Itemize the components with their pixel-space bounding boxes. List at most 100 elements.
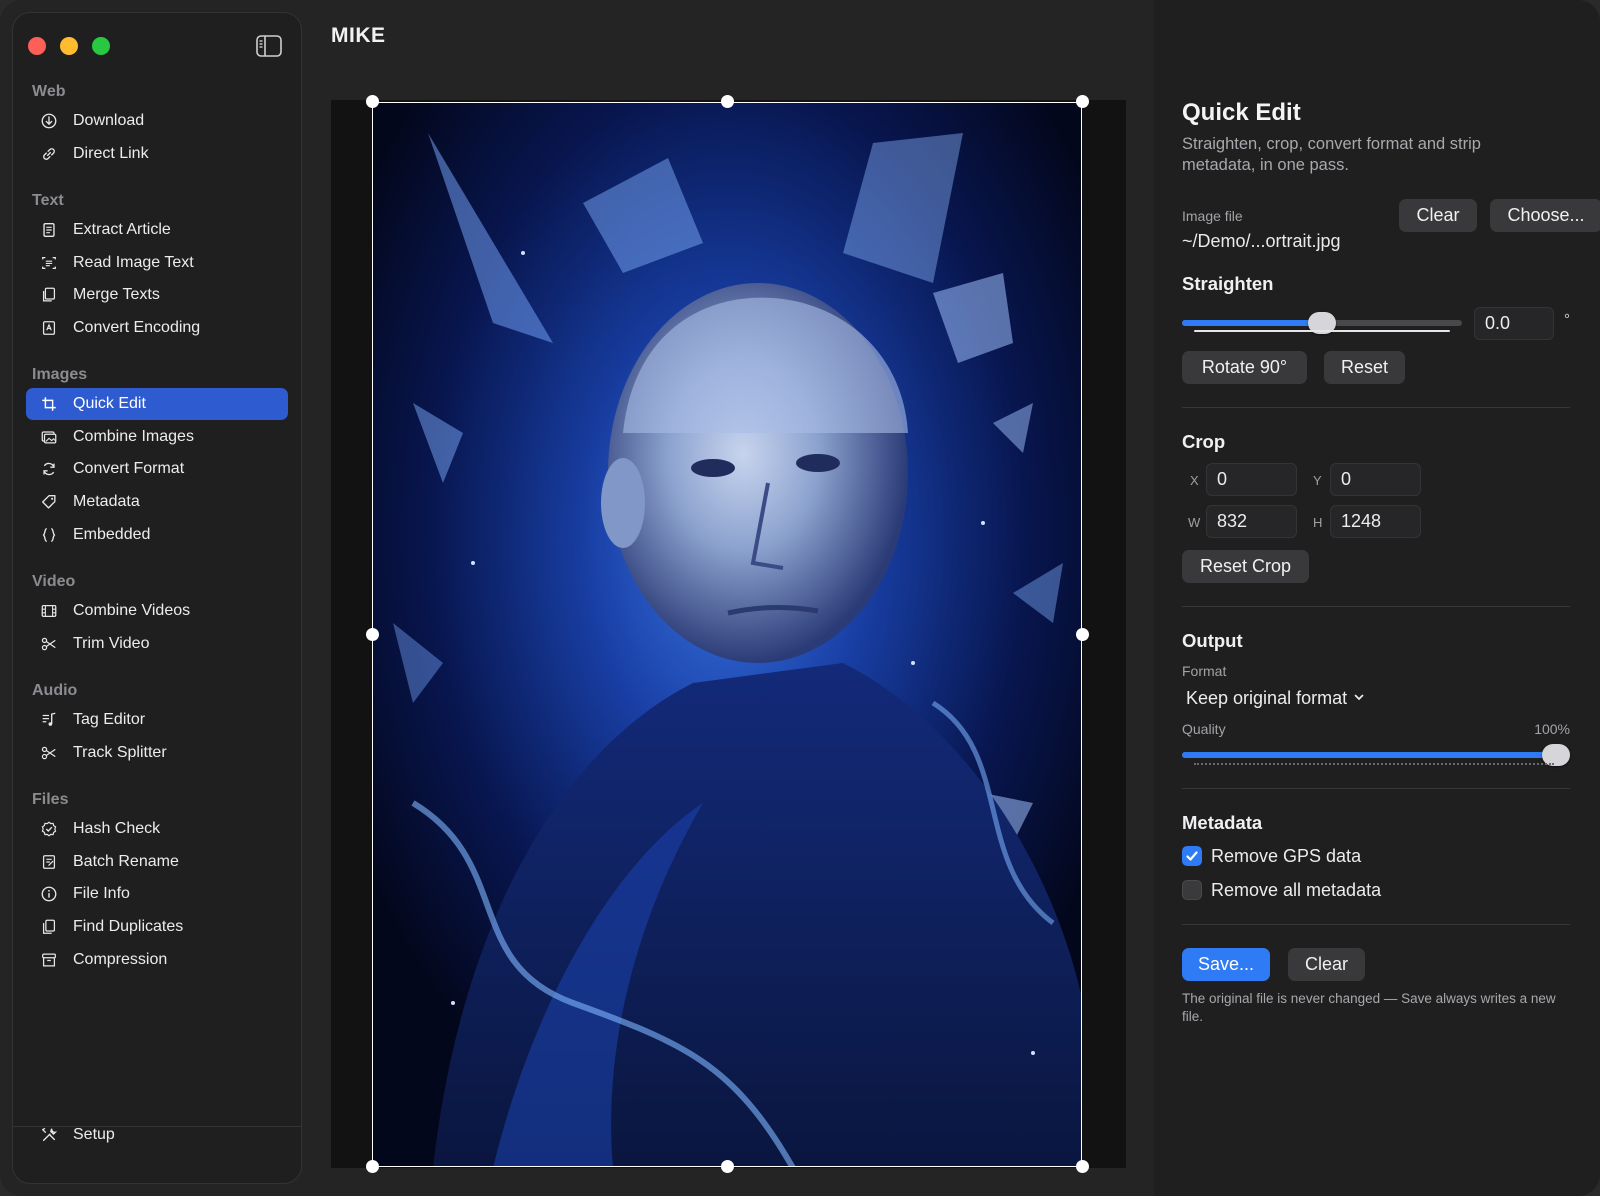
portrait-artwork: [373, 103, 1081, 1166]
minimize-window-button[interactable]: [60, 37, 78, 55]
sidebar-item-extract-article[interactable]: Extract Article: [26, 214, 288, 246]
images-icon: [39, 427, 59, 447]
panel-title: Quick Edit: [1182, 99, 1301, 126]
crop-x-field[interactable]: 0: [1206, 463, 1297, 496]
rotate-90-button[interactable]: Rotate 90°: [1182, 351, 1307, 384]
format-select[interactable]: Keep original format: [1186, 688, 1365, 709]
sidebar-item-convert-format[interactable]: Convert Format: [26, 453, 288, 485]
sidebar-section-video: Video: [32, 573, 76, 590]
sidebar-item-label: Compression: [73, 950, 168, 968]
sidebar-item-label: Metadata: [73, 493, 140, 511]
sidebar-item-label: Find Duplicates: [73, 918, 184, 936]
remove-all-metadata-checkbox[interactable]: [1182, 880, 1202, 900]
crop-handle-right[interactable]: [1076, 628, 1089, 641]
format-select-value: Keep original format: [1186, 688, 1348, 708]
crop-x-label: X: [1190, 473, 1199, 488]
sidebar-item-trim-video[interactable]: Trim Video: [26, 628, 288, 660]
image-file-path: ~/Demo/...ortrait.jpg: [1182, 231, 1341, 251]
straighten-slider-ticks: [1194, 330, 1450, 332]
sidebar-item-track-splitter[interactable]: Track Splitter: [26, 737, 288, 769]
remove-gps-label[interactable]: Remove GPS data: [1211, 846, 1361, 867]
tag-icon: [39, 492, 59, 512]
sidebar-item-label: Direct Link: [73, 144, 149, 162]
save-footnote: The original file is never changed — Sav…: [1182, 991, 1556, 1024]
sidebar-item-setup[interactable]: Setup: [26, 1119, 288, 1151]
straighten-value-field[interactable]: 0.0: [1474, 307, 1554, 340]
straighten-slider[interactable]: [1182, 312, 1462, 334]
sidebar-item-combine-images[interactable]: Combine Images: [26, 421, 288, 453]
checkmark-seal-icon: [39, 819, 59, 839]
choose-file-button[interactable]: Choose...: [1490, 199, 1600, 232]
sidebar-item-direct-link[interactable]: Direct Link: [26, 138, 288, 170]
duplicate-icon: [39, 917, 59, 937]
sidebar-item-hash-check[interactable]: Hash Check: [26, 813, 288, 845]
remove-all-metadata-label[interactable]: Remove all metadata: [1211, 880, 1381, 901]
sidebar-item-batch-rename[interactable]: Batch Rename: [26, 846, 288, 878]
image-preview[interactable]: [372, 102, 1082, 1167]
sidebar-item-metadata[interactable]: Metadata: [26, 486, 288, 518]
text-scan-icon: [39, 253, 59, 273]
metadata-heading: Metadata: [1182, 812, 1263, 833]
close-window-button[interactable]: [28, 37, 46, 55]
sidebar-item-compression[interactable]: Compression: [26, 944, 288, 976]
clear-file-button[interactable]: Clear: [1399, 199, 1477, 232]
reset-crop-button[interactable]: Reset Crop: [1182, 550, 1309, 583]
crop-handle-bottom-right[interactable]: [1076, 1160, 1089, 1173]
sidebar-item-label: Extract Article: [73, 221, 171, 238]
scissors-icon: [39, 634, 59, 654]
sidebar-item-combine-videos[interactable]: Combine Videos: [26, 595, 288, 627]
crop-handle-left[interactable]: [366, 628, 379, 641]
sidebar-item-label: Merge Texts: [73, 286, 160, 304]
sidebar-item-embedded[interactable]: Embedded: [26, 519, 288, 551]
crop-y-field[interactable]: 0: [1330, 463, 1421, 496]
link-icon: [39, 144, 59, 164]
sidebar-item-read-image-text[interactable]: Read Image Text: [26, 247, 288, 279]
sidebar-item-label: Convert Encoding: [73, 319, 201, 337]
zoom-window-button[interactable]: [92, 37, 110, 55]
sidebar-item-file-info[interactable]: File Info: [26, 878, 288, 910]
crop-h-field[interactable]: 1248: [1330, 505, 1421, 538]
braces-icon: [39, 525, 59, 545]
sidebar-item-merge-texts[interactable]: Merge Texts: [26, 279, 288, 311]
sidebar-item-label: Batch Rename: [73, 852, 179, 870]
sidebar-item-label: Combine Videos: [73, 602, 191, 619]
sidebar-item-label: Tag Editor: [73, 711, 146, 728]
save-button[interactable]: Save...: [1182, 948, 1270, 981]
reset-straighten-button[interactable]: Reset: [1324, 351, 1405, 384]
remove-gps-checkbox[interactable]: [1182, 846, 1202, 866]
crop-handle-bottom[interactable]: [721, 1160, 734, 1173]
quality-slider[interactable]: [1182, 744, 1570, 766]
crop-handle-top-left[interactable]: [366, 95, 379, 108]
sidebar-item-label: Setup: [73, 1126, 115, 1143]
straighten-slider-fill: [1182, 320, 1322, 326]
sidebar-toggle-icon[interactable]: [256, 35, 282, 57]
crop-handle-top-right[interactable]: [1076, 95, 1089, 108]
sidebar-item-label: Embedded: [73, 525, 151, 543]
section-divider: [1182, 924, 1570, 925]
download-icon: [39, 111, 59, 131]
scissors-icon: [39, 743, 59, 763]
sidebar-item-label: Trim Video: [73, 634, 150, 652]
sidebar-item-label: Download: [73, 112, 145, 129]
crop-handle-bottom-left[interactable]: [366, 1160, 379, 1173]
format-label: Format: [1182, 663, 1227, 679]
window-controls: [28, 37, 110, 55]
sidebar-item-download[interactable]: Download: [26, 105, 288, 137]
sidebar-item-label: File Info: [73, 885, 130, 903]
info-icon: [39, 884, 59, 904]
quality-slider-ticks: [1194, 763, 1554, 767]
section-divider: [1182, 606, 1570, 607]
sidebar-item-label: Convert Format: [73, 460, 185, 478]
crop-w-field[interactable]: 832: [1206, 505, 1297, 538]
crop-icon: [39, 394, 59, 414]
quality-value: 100%: [1534, 721, 1570, 737]
clear-button[interactable]: Clear: [1288, 948, 1365, 981]
sidebar-item-tag-editor[interactable]: Tag Editor: [26, 704, 288, 736]
sidebar-item-quick-edit[interactable]: Quick Edit: [26, 388, 288, 420]
crop-handle-top[interactable]: [721, 95, 734, 108]
checkmark-icon: [1186, 851, 1198, 861]
tools-icon: [39, 1125, 59, 1145]
sidebar-item-find-duplicates[interactable]: Find Duplicates: [26, 911, 288, 943]
sidebar-item-convert-encoding[interactable]: Convert Encoding: [26, 312, 288, 344]
rename-icon: [39, 852, 59, 872]
